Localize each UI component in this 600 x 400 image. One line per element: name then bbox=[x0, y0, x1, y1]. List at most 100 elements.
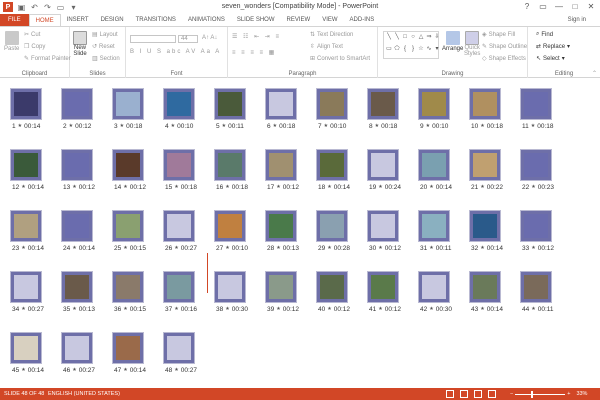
animation-star-icon[interactable]: ★ bbox=[21, 367, 25, 373]
animation-star-icon[interactable]: ★ bbox=[123, 367, 127, 373]
convert-smartart-button[interactable]: ⊞ Convert to SmartArt bbox=[310, 55, 370, 63]
slide-thumbnail[interactable] bbox=[520, 149, 552, 181]
slide-thumbnail[interactable] bbox=[61, 210, 93, 242]
slide-thumbnail[interactable] bbox=[418, 271, 450, 303]
customize-qat-icon[interactable]: ▾ bbox=[69, 3, 78, 12]
tab-add-ins[interactable]: ADD-INS bbox=[344, 14, 381, 26]
animation-star-icon[interactable]: ★ bbox=[531, 306, 535, 312]
maximize-button[interactable]: □ bbox=[568, 0, 582, 13]
slide-thumbnail[interactable] bbox=[10, 271, 42, 303]
replace-button[interactable]: ⇄ Replace ▾ bbox=[536, 43, 570, 51]
animation-star-icon[interactable]: ★ bbox=[480, 245, 484, 251]
slide-thumbnail[interactable] bbox=[469, 88, 501, 120]
slide-thumbnail[interactable] bbox=[520, 88, 552, 120]
tab-animations[interactable]: ANIMATIONS bbox=[182, 14, 231, 26]
close-button[interactable]: ✕ bbox=[584, 0, 598, 13]
undo-icon[interactable]: ↶ bbox=[30, 3, 39, 12]
slide-thumbnail[interactable] bbox=[61, 149, 93, 181]
animation-star-icon[interactable]: ★ bbox=[480, 123, 484, 129]
font-size-field[interactable]: 44 bbox=[178, 35, 198, 43]
slide-thumbnail[interactable] bbox=[316, 149, 348, 181]
animation-star-icon[interactable]: ★ bbox=[72, 306, 76, 312]
tab-file[interactable]: FILE bbox=[0, 14, 29, 26]
select-button[interactable]: ↖ Select ▾ bbox=[536, 55, 565, 63]
slide-thumbnail[interactable] bbox=[265, 271, 297, 303]
slide-thumbnail[interactable] bbox=[10, 149, 42, 181]
minimize-button[interactable]: — bbox=[552, 0, 566, 13]
slide-thumbnail[interactable] bbox=[520, 210, 552, 242]
animation-star-icon[interactable]: ★ bbox=[531, 123, 535, 129]
shape-effects-button[interactable]: ◇ Shape Effects bbox=[482, 55, 526, 63]
tab-design[interactable]: DESIGN bbox=[95, 14, 130, 26]
animation-star-icon[interactable]: ★ bbox=[69, 123, 73, 129]
animation-star-icon[interactable]: ★ bbox=[72, 184, 76, 190]
animation-star-icon[interactable]: ★ bbox=[480, 306, 484, 312]
slide-thumbnail[interactable] bbox=[469, 149, 501, 181]
slide-thumbnail[interactable] bbox=[520, 271, 552, 303]
arrange-button[interactable]: Arrange bbox=[442, 31, 463, 52]
copy-button[interactable]: ❐ Copy bbox=[24, 43, 45, 51]
grow-font-icon[interactable]: A↑ A↓ bbox=[202, 35, 217, 41]
text-direction-button[interactable]: ⇅ Text Direction bbox=[310, 31, 353, 39]
language-indicator[interactable]: ENGLISH (UNITED STATES) bbox=[48, 388, 120, 400]
animation-star-icon[interactable]: ★ bbox=[171, 123, 175, 129]
slide-thumbnail[interactable] bbox=[112, 88, 144, 120]
animation-star-icon[interactable]: ★ bbox=[174, 367, 178, 373]
reading-view-icon[interactable] bbox=[474, 390, 482, 398]
ribbon-display-button[interactable]: ▭ bbox=[536, 0, 550, 13]
animation-star-icon[interactable]: ★ bbox=[327, 245, 331, 251]
shapes-gallery[interactable]: ╲ ╲ □ ○ △ ⇒ ⇩ ▭ ⬠{} ☆ ∿ ▾ bbox=[383, 31, 440, 59]
slide-thumbnail[interactable] bbox=[316, 88, 348, 120]
animation-star-icon[interactable]: ★ bbox=[123, 245, 127, 251]
slide-thumbnail[interactable] bbox=[112, 149, 144, 181]
animation-star-icon[interactable]: ★ bbox=[327, 184, 331, 190]
zoom-slider-thumb[interactable] bbox=[531, 390, 534, 398]
slide-thumbnail[interactable] bbox=[367, 271, 399, 303]
slide-thumbnail[interactable] bbox=[10, 88, 42, 120]
slide-thumbnail[interactable] bbox=[10, 210, 42, 242]
redo-icon[interactable]: ↷ bbox=[43, 3, 52, 12]
slide-thumbnail[interactable] bbox=[163, 332, 195, 364]
slide-thumbnail[interactable] bbox=[112, 332, 144, 364]
slide-thumbnail[interactable] bbox=[316, 271, 348, 303]
animation-star-icon[interactable]: ★ bbox=[375, 123, 379, 129]
font-name-field[interactable] bbox=[130, 35, 176, 43]
animation-star-icon[interactable]: ★ bbox=[327, 306, 331, 312]
animation-star-icon[interactable]: ★ bbox=[276, 184, 280, 190]
slide-thumbnail[interactable] bbox=[112, 210, 144, 242]
animation-star-icon[interactable]: ★ bbox=[174, 245, 178, 251]
cut-button[interactable]: ✂ Cut bbox=[24, 31, 40, 39]
animation-star-icon[interactable]: ★ bbox=[378, 245, 382, 251]
animation-star-icon[interactable]: ★ bbox=[378, 184, 382, 190]
slide-thumbnail[interactable] bbox=[316, 210, 348, 242]
slide-thumbnail[interactable] bbox=[214, 271, 246, 303]
animation-star-icon[interactable]: ★ bbox=[225, 184, 229, 190]
slide-thumbnail[interactable] bbox=[214, 210, 246, 242]
animation-star-icon[interactable]: ★ bbox=[480, 184, 484, 190]
new-slide-button[interactable]: New Slide bbox=[73, 31, 87, 57]
animation-star-icon[interactable]: ★ bbox=[21, 306, 25, 312]
zoom-percentage[interactable]: 33% bbox=[576, 388, 587, 400]
animation-star-icon[interactable]: ★ bbox=[324, 123, 328, 129]
slide-thumbnail[interactable] bbox=[214, 149, 246, 181]
paste-button[interactable]: Paste bbox=[4, 31, 19, 52]
quick-styles-button[interactable]: Quick Styles bbox=[464, 31, 480, 57]
animation-star-icon[interactable]: ★ bbox=[72, 245, 76, 251]
slide-thumbnail[interactable] bbox=[10, 332, 42, 364]
zoom-slider[interactable] bbox=[515, 390, 566, 398]
slide-thumbnail[interactable] bbox=[418, 88, 450, 120]
slideshow-view-icon[interactable] bbox=[488, 390, 496, 398]
animation-star-icon[interactable]: ★ bbox=[429, 245, 433, 251]
align-buttons[interactable]: ≡ ≡ ≡ ≡ ▦ bbox=[232, 49, 276, 56]
animation-star-icon[interactable]: ★ bbox=[429, 184, 433, 190]
animation-star-icon[interactable]: ★ bbox=[276, 245, 280, 251]
animation-star-icon[interactable]: ★ bbox=[72, 367, 76, 373]
start-slideshow-icon[interactable]: ▭ bbox=[56, 3, 65, 12]
animation-star-icon[interactable]: ★ bbox=[426, 123, 430, 129]
animation-star-icon[interactable]: ★ bbox=[123, 306, 127, 312]
slide-thumbnail[interactable] bbox=[367, 210, 399, 242]
animation-star-icon[interactable]: ★ bbox=[225, 245, 229, 251]
help-button[interactable]: ? bbox=[520, 0, 534, 13]
animation-star-icon[interactable]: ★ bbox=[174, 184, 178, 190]
font-format-buttons[interactable]: B I U S abc AV Aa A bbox=[130, 49, 221, 55]
